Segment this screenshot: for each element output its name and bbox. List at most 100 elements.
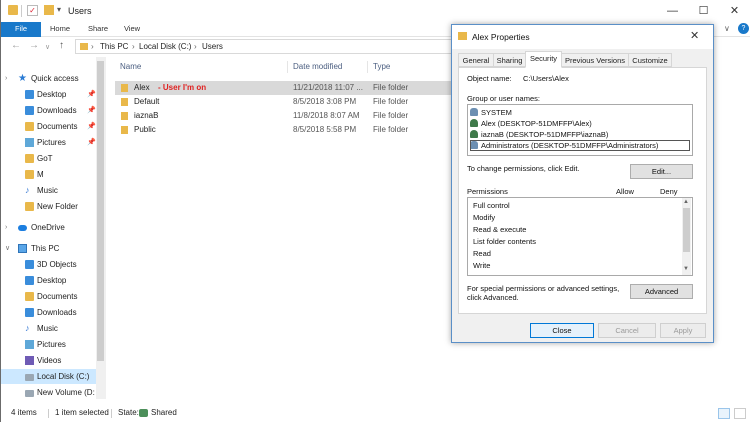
breadcrumb-users[interactable]: Users	[202, 41, 223, 53]
file-row-default[interactable]: Default 8/5/2018 3:08 PM File folder	[115, 95, 452, 109]
edit-button[interactable]: Edit...	[630, 164, 693, 179]
file-row-public[interactable]: Public 8/5/2018 5:58 PM File folder	[115, 123, 452, 137]
sidebar-item-music[interactable]: ♪ Music	[1, 183, 101, 198]
column-divider[interactable]	[367, 61, 368, 73]
sidebar-item-this-pc[interactable]: ∨ This PC	[1, 241, 101, 256]
close-button[interactable]: ✕	[719, 0, 750, 22]
sidebar-item-onedrive[interactable]: › OneDrive	[1, 220, 101, 235]
sidebar-item-m[interactable]: M	[1, 167, 101, 182]
permissions-list[interactable]: Full control Modify Read & execute List …	[467, 197, 693, 276]
help-icon[interactable]: ?	[738, 23, 749, 34]
expand-chevron-icon[interactable]: ›	[5, 220, 7, 235]
tab-previous-versions[interactable]: Previous Versions	[561, 53, 629, 67]
up-button[interactable]: ↑	[59, 40, 64, 51]
quick-access-toolbar-separator	[21, 5, 22, 17]
tab-sharing[interactable]: Sharing	[493, 53, 526, 67]
tab-view[interactable]: View	[121, 22, 143, 37]
back-button[interactable]: ←	[11, 40, 21, 51]
cancel-button[interactable]: Cancel	[598, 323, 656, 338]
sidebar-item-got[interactable]: GoT	[1, 151, 101, 166]
recent-locations-button[interactable]: ∨	[45, 43, 50, 51]
tab-security[interactable]: Security	[525, 51, 562, 68]
sidebar-item-music-pc[interactable]: ♪ Music	[1, 321, 101, 336]
sidebar-item-new-folder[interactable]: New Folder	[1, 199, 101, 214]
tab-customize[interactable]: Customize	[628, 53, 672, 67]
collapse-chevron-icon[interactable]: ∨	[5, 241, 10, 256]
details-view-icon[interactable]	[718, 408, 730, 419]
pin-icon: 📌	[87, 91, 96, 98]
pin-icon: 📌	[87, 123, 96, 130]
sidebar-item-pictures[interactable]: Pictures 📌	[1, 135, 101, 150]
navigation-pane-scrollbar[interactable]	[96, 57, 106, 399]
star-icon: ★	[18, 73, 27, 84]
dialog-titlebar[interactable]: Alex Properties ✕	[452, 25, 713, 49]
column-header-name[interactable]: Name	[120, 62, 141, 71]
folder-icon	[25, 202, 34, 211]
close-button[interactable]: Close	[530, 323, 594, 338]
sidebar-item-desktop[interactable]: Desktop 📌	[1, 87, 101, 102]
sidebar-item-documents-pc[interactable]: Documents	[1, 289, 101, 304]
object-name-label: Object name:	[467, 74, 512, 83]
scroll-down-icon[interactable]: ▼	[683, 266, 689, 272]
folder-icon	[25, 170, 34, 179]
file-name: iaznaB	[134, 111, 159, 120]
breadcrumb-chevron-icon[interactable]: ›	[132, 41, 135, 53]
group-user-list[interactable]: SYSTEM Alex (DESKTOP-51DMFFP\Alex) iazna…	[467, 104, 693, 156]
expand-ribbon-icon[interactable]: ∨	[724, 24, 730, 33]
properties-check-icon[interactable]: ✓	[27, 5, 38, 16]
3d-objects-icon	[25, 260, 34, 269]
breadcrumb-chevron-icon[interactable]: ›	[91, 41, 94, 53]
tab-share[interactable]: Share	[85, 22, 111, 37]
permissions-scrollbar[interactable]: ▲ ▼	[682, 198, 691, 275]
sidebar-item-local-disk-c[interactable]: Local Disk (C:)	[1, 369, 101, 384]
sidebar-item-quick-access[interactable]: › ★ Quick access	[1, 71, 101, 86]
list-item-alex[interactable]: Alex (DESKTOP-51DMFFP\Alex)	[470, 118, 592, 129]
new-folder-icon[interactable]	[44, 5, 54, 15]
sidebar-item-label: Desktop	[37, 90, 67, 99]
sidebar-item-label: Local Disk (C:)	[37, 372, 90, 381]
advanced-button[interactable]: Advanced	[630, 284, 693, 299]
breadcrumb-this-pc[interactable]: This PC	[100, 41, 128, 53]
sidebar-item-pictures-pc[interactable]: Pictures	[1, 337, 101, 352]
column-header-type[interactable]: Type	[373, 62, 390, 71]
expand-chevron-icon[interactable]: ›	[5, 71, 7, 86]
sidebar-item-downloads[interactable]: Downloads 📌	[1, 103, 101, 118]
column-header-date-modified[interactable]: Date modified	[293, 62, 342, 71]
tab-home[interactable]: Home	[47, 22, 73, 37]
breadcrumb-chevron-icon[interactable]: ›	[194, 41, 197, 53]
deny-column-header: Deny	[660, 187, 678, 196]
breadcrumb-local-disk[interactable]: Local Disk (C:)	[139, 41, 191, 53]
list-item-system[interactable]: SYSTEM	[470, 107, 512, 118]
sidebar-item-videos[interactable]: Videos	[1, 353, 101, 368]
shared-icon	[139, 409, 148, 417]
scroll-up-icon[interactable]: ▲	[683, 199, 689, 205]
list-item-administrators[interactable]: Administrators (DESKTOP-51DMFFP\Administ…	[470, 140, 690, 151]
documents-icon	[25, 292, 34, 301]
sidebar-item-desktop-pc[interactable]: Desktop	[1, 273, 101, 288]
sidebar-item-downloads-pc[interactable]: Downloads	[1, 305, 101, 320]
item-count: 4 items	[11, 408, 37, 417]
large-icons-view-icon[interactable]	[734, 408, 746, 419]
sidebar-item-label: 3D Objects	[37, 260, 77, 269]
sidebar-item-new-volume-d[interactable]: New Volume (D:	[1, 385, 101, 400]
maximize-button[interactable]: ☐	[688, 0, 719, 22]
permission-read: Read	[473, 249, 491, 258]
address-bar[interactable]: › This PC › Local Disk (C:) › Users	[75, 39, 515, 54]
sidebar-item-documents[interactable]: Documents 📌	[1, 119, 101, 134]
scrollbar-thumb[interactable]	[683, 208, 690, 252]
apply-button[interactable]: Apply	[660, 323, 706, 338]
column-divider[interactable]	[287, 61, 288, 73]
sidebar-item-3d-objects[interactable]: 3D Objects	[1, 257, 101, 272]
scrollbar-thumb[interactable]	[97, 61, 104, 361]
file-row-iaznab[interactable]: iaznaB 11/8/2018 8:07 AM File folder	[115, 109, 452, 123]
music-icon: ♪	[25, 185, 30, 195]
dialog-close-button[interactable]: ✕	[690, 29, 699, 42]
customize-toolbar-chevron-icon[interactable]: ▾	[57, 5, 61, 14]
tab-file[interactable]: File	[1, 22, 41, 37]
file-type: File folder	[373, 111, 409, 120]
file-row-alex[interactable]: Alex - User I'm on 11/21/2018 11:07 ... …	[115, 81, 452, 95]
minimize-button[interactable]: —	[657, 0, 688, 22]
list-item-iaznab[interactable]: iaznaB (DESKTOP-51DMFFP\iaznaB)	[470, 129, 608, 140]
forward-button[interactable]: →	[29, 40, 39, 51]
tab-general[interactable]: General	[458, 53, 494, 67]
